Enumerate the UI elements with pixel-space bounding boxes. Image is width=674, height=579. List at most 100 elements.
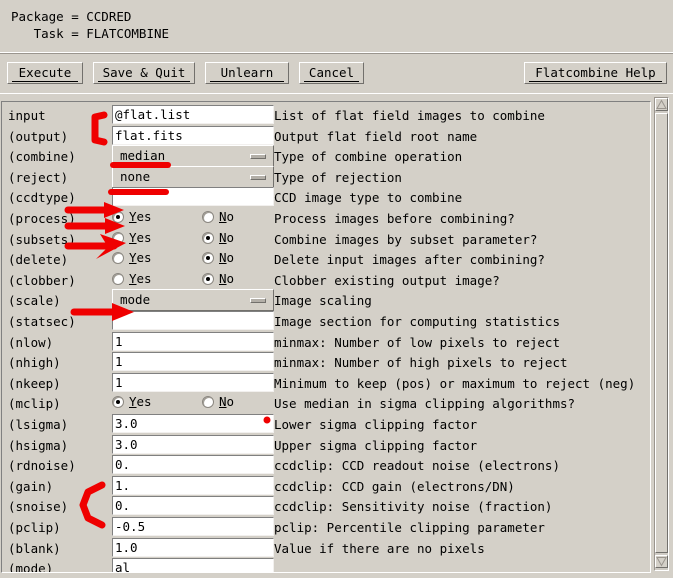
param-description-statsec: Image section for computing statistics bbox=[274, 314, 560, 329]
param-dropdown-combine[interactable]: median bbox=[112, 145, 274, 168]
radio-dot-icon bbox=[112, 211, 124, 223]
package-line: Package = CCDRED bbox=[11, 9, 132, 24]
param-value-nkeep: 1 bbox=[115, 374, 123, 390]
param-input-nhigh[interactable]: 1 bbox=[112, 352, 274, 372]
param-label-hsigma: (hsigma) bbox=[8, 437, 69, 453]
dropdown-indicator-icon bbox=[250, 298, 266, 304]
param-description-process: Process images before combining? bbox=[274, 211, 515, 226]
param-label-rdnoise: (rdnoise) bbox=[8, 458, 76, 474]
param-label-ccdtype: (ccdtype) bbox=[8, 190, 76, 206]
param-label-snoise: (snoise) bbox=[8, 499, 69, 515]
param-radio-label-yes: Yes bbox=[129, 270, 152, 286]
param-description-subsets: Combine images by subset parameter? bbox=[274, 231, 538, 247]
radio-dot-icon bbox=[112, 231, 124, 244]
param-value-blank: 1.0 bbox=[115, 539, 138, 555]
param-label-delete: (delete) bbox=[8, 252, 69, 268]
param-description-input: List of flat field images to combine bbox=[274, 108, 545, 123]
param-label-pclip: (pclip) bbox=[8, 520, 61, 535]
param-description-blank: Value if there are no pixels bbox=[274, 540, 485, 556]
radio-dot-icon bbox=[202, 396, 214, 409]
unlearn-button-label: Unlearn bbox=[210, 64, 284, 82]
param-value-rdnoise: 0. bbox=[115, 457, 131, 473]
param-input-input[interactable]: @flat.list bbox=[112, 105, 274, 124]
param-value-lsigma: 3.0 bbox=[115, 416, 138, 431]
param-input-statsec[interactable] bbox=[112, 311, 274, 330]
param-input-snoise[interactable]: 0. bbox=[112, 496, 274, 516]
execute-button[interactable]: Execute bbox=[7, 62, 83, 84]
cancel-button-label: Cancel bbox=[304, 64, 359, 82]
param-label-output: (output) bbox=[8, 128, 69, 144]
param-dropdown-scale[interactable]: mode bbox=[112, 289, 274, 312]
scroll-up-arrow-icon[interactable] bbox=[655, 98, 668, 111]
param-label-combine: (combine) bbox=[8, 149, 76, 165]
param-label-mode: (mode) bbox=[8, 561, 54, 573]
param-input-output[interactable]: flat.fits bbox=[112, 125, 274, 145]
param-label-clobber: (clobber) bbox=[8, 272, 76, 288]
param-value-nhigh: 1 bbox=[115, 354, 123, 370]
param-label-nkeep: (nkeep) bbox=[8, 375, 61, 391]
param-description-lsigma: Lower sigma clipping factor bbox=[274, 417, 478, 432]
radio-dot-icon bbox=[112, 252, 124, 265]
dropdown-indicator-icon bbox=[250, 174, 266, 180]
cancel-button[interactable]: Cancel bbox=[299, 62, 364, 84]
parameter-form: input @flat.list List of flat field images… bbox=[1, 101, 651, 573]
param-input-hsigma[interactable]: 3.0 bbox=[112, 434, 274, 454]
param-label-mclip: (mclip) bbox=[8, 396, 61, 412]
param-label-nlow: (nlow) bbox=[8, 334, 54, 350]
param-value-combine: median bbox=[120, 148, 166, 164]
param-value-nlow: 1 bbox=[115, 333, 123, 349]
unlearn-button[interactable]: Unlearn bbox=[205, 62, 289, 84]
param-label-gain: (gain) bbox=[8, 478, 54, 494]
param-label-blank: (blank) bbox=[8, 540, 61, 556]
param-value-scale: mode bbox=[120, 292, 151, 308]
param-input-blank[interactable]: 1.0 bbox=[112, 537, 274, 557]
param-label-scale: (scale) bbox=[8, 293, 61, 309]
radio-dot-icon bbox=[202, 211, 214, 223]
param-radio-label-yes: Yes bbox=[129, 394, 152, 410]
param-label-statsec: (statsec) bbox=[8, 314, 76, 329]
save-and-quit-button[interactable]: Save & Quit bbox=[93, 62, 195, 84]
param-description-reject: Type of rejection bbox=[274, 169, 402, 185]
param-description-combine: Type of combine operation bbox=[274, 149, 463, 165]
param-label-input: input bbox=[8, 108, 46, 123]
param-radio-label-no: No bbox=[219, 394, 235, 410]
param-description-hsigma: Upper sigma clipping factor bbox=[274, 437, 478, 453]
window-header: Package = CCDRED Task = FLATCOMBINE bbox=[0, 0, 673, 52]
save-and-quit-button-label: Save & Quit bbox=[98, 64, 190, 82]
param-label-subsets: (subsets) bbox=[8, 231, 76, 247]
param-radio-label-no: No bbox=[219, 270, 235, 286]
param-value-mode: al bbox=[115, 560, 131, 573]
param-input-mode[interactable]: al bbox=[112, 558, 274, 573]
task-line: Task = FLATCOMBINE bbox=[11, 26, 170, 41]
param-input-lsigma[interactable]: 3.0 bbox=[112, 414, 274, 433]
param-value-pclip: -0.5 bbox=[115, 519, 146, 534]
param-radio-label-yes: Yes bbox=[129, 209, 152, 224]
scrollbar-thumb[interactable] bbox=[655, 113, 668, 553]
param-label-reject: (reject) bbox=[8, 169, 69, 185]
param-input-gain[interactable]: 1. bbox=[112, 475, 274, 495]
param-input-rdnoise[interactable]: 0. bbox=[112, 455, 274, 475]
param-radio-label-yes: Yes bbox=[129, 250, 152, 266]
param-input-ccdtype[interactable] bbox=[112, 187, 274, 207]
param-value-gain: 1. bbox=[115, 477, 131, 493]
scroll-down-arrow-icon[interactable] bbox=[655, 555, 668, 568]
toolbar-top-divider bbox=[0, 53, 673, 54]
flatcombine-help-button[interactable]: Flatcombine Help bbox=[524, 62, 667, 84]
param-label-lsigma: (lsigma) bbox=[8, 417, 69, 432]
param-description-nkeep: Minimum to keep (pos) or maximum to reje… bbox=[274, 375, 636, 391]
radio-dot-icon bbox=[202, 272, 214, 285]
param-input-nkeep[interactable]: 1 bbox=[112, 372, 274, 392]
param-description-delete: Delete input images after combining? bbox=[274, 252, 545, 268]
vertical-scrollbar[interactable] bbox=[652, 95, 670, 573]
param-value-output: flat.fits bbox=[115, 127, 183, 143]
param-description-mclip: Use median in sigma clipping algorithms? bbox=[274, 396, 576, 412]
param-radio-label-no: No bbox=[219, 209, 235, 224]
radio-dot-icon bbox=[112, 396, 124, 409]
param-input-nlow[interactable]: 1 bbox=[112, 331, 274, 351]
param-value-hsigma: 3.0 bbox=[115, 436, 138, 452]
param-dropdown-reject[interactable]: none bbox=[112, 165, 274, 188]
param-input-pclip[interactable]: -0.5 bbox=[112, 517, 274, 536]
param-description-scale: Image scaling bbox=[274, 293, 372, 309]
param-description-clobber: Clobber existing output image? bbox=[274, 272, 500, 288]
iraf-eparam-window: Package = CCDRED Task = FLATCOMBINE Exec… bbox=[0, 0, 674, 579]
